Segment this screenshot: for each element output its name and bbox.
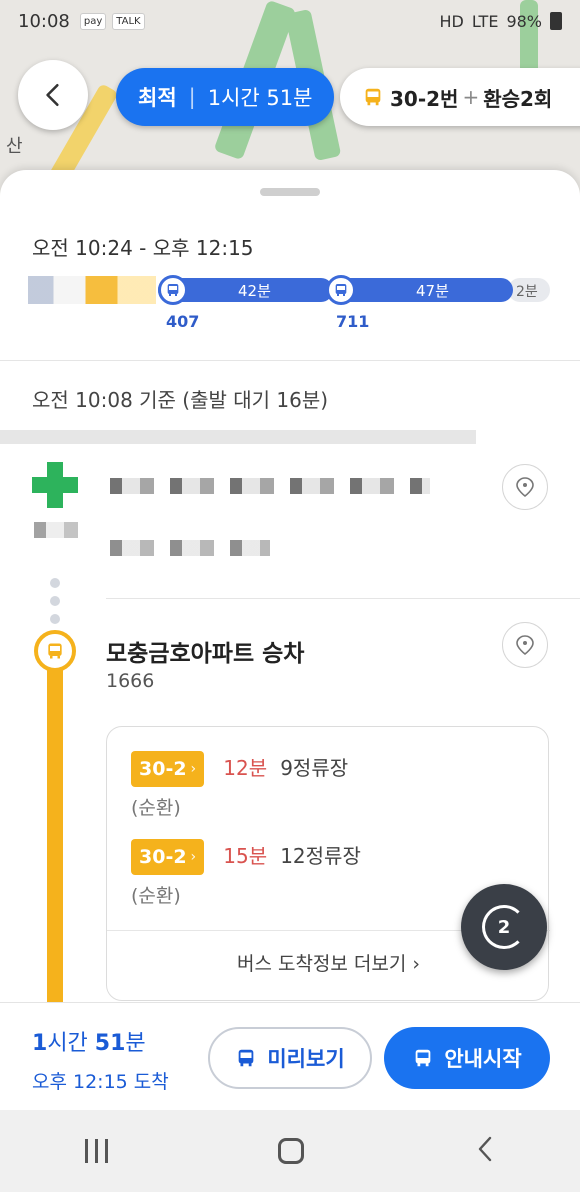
bus-route-tag[interactable]: 30-2 ›	[131, 839, 205, 875]
bus-route-number: 30-2	[139, 758, 187, 780]
duration-hours: 1	[32, 1031, 48, 1056]
map-place-label: 산	[6, 136, 23, 157]
refresh-button[interactable]: 2	[461, 884, 547, 970]
boarding-stop-name: 모충금호아파트 승차	[106, 641, 305, 667]
start-guidance-button[interactable]: 안내시작	[384, 1027, 550, 1089]
section-divider	[0, 360, 580, 361]
refresh-count: 2	[497, 916, 511, 938]
arrival-stops: 9정류장	[280, 756, 349, 780]
route-type-label: (순환)	[131, 797, 181, 819]
start-point-icon	[32, 462, 78, 508]
bus-icon	[167, 284, 179, 296]
walk-end-minutes: 2분	[516, 284, 538, 300]
plus-sign: +	[462, 85, 480, 109]
bus-stop-marker-1	[158, 275, 188, 305]
bus-stop-marker-2	[326, 275, 356, 305]
bus-icon	[335, 284, 347, 296]
pay-app-icon: pay	[79, 12, 107, 30]
preview-label: 미리보기	[267, 1047, 345, 1071]
chevron-right-icon: ›	[412, 953, 421, 975]
bottom-action-bar: 1시간 51분 오후 12:15 도착 미리보기 안내시작	[0, 1002, 580, 1110]
more-arrival-label: 버스 도착정보 더보기	[236, 953, 407, 975]
walk-dot	[50, 596, 60, 606]
route-bus-number: 30-2번	[390, 86, 459, 111]
trip-time-range: 오전 10:24 - 오후 12:15	[32, 236, 254, 260]
segment-1-bus-number: 407	[166, 312, 200, 331]
segment-2-minutes: 47분	[416, 282, 449, 300]
arrival-row-2[interactable]: 30-2 › 15분 12정류장	[131, 839, 361, 875]
chevron-left-icon	[46, 83, 59, 107]
arrival-stops: 12정류장	[280, 844, 361, 868]
preview-button[interactable]: 미리보기	[208, 1027, 372, 1089]
arrival-time: 오후 12:15 도착	[32, 1071, 169, 1093]
redacted-start-name	[110, 478, 430, 494]
bus-icon	[416, 1049, 431, 1067]
duration-hours-unit: 시간	[47, 1031, 88, 1056]
walk-dots	[50, 578, 60, 632]
bus-icon	[239, 1049, 254, 1067]
walk-dot	[50, 578, 60, 588]
recent-apps-button[interactable]	[85, 1139, 109, 1163]
departure-note: 오전 10:08 기준 (출발 대기 16분)	[32, 388, 329, 412]
system-back-button[interactable]	[475, 1136, 495, 1166]
chevron-right-icon: ›	[190, 761, 197, 777]
duration-minutes-unit: 분	[125, 1031, 146, 1056]
location-pin-icon	[516, 635, 534, 656]
status-bar: 10:08 pay TALK HD LTE 98%	[0, 0, 580, 42]
back-button[interactable]	[18, 60, 88, 130]
route-summary-chip[interactable]: 30-2번 + 환승2회	[340, 68, 580, 126]
walk-dot	[50, 614, 60, 624]
boarding-stop-icon	[34, 630, 76, 672]
arrival-eta: 12분	[223, 756, 268, 780]
sheet-drag-handle[interactable]	[260, 188, 320, 196]
route-type-label: 최적	[138, 86, 177, 110]
route-detail-sheet[interactable]: 오전 10:24 - 오후 12:15 2분 42분 47분 407 711 오…	[0, 170, 580, 1002]
status-right: HD LTE 98%	[439, 12, 562, 31]
section-gap	[0, 430, 476, 444]
refresh-icon: 2	[482, 905, 526, 949]
chevron-left-icon	[478, 1136, 492, 1162]
redacted-walk-segment	[28, 276, 156, 304]
stop-location-button[interactable]	[502, 622, 548, 668]
bus-route-tag[interactable]: 30-2 ›	[131, 751, 205, 787]
bus-route-number: 30-2	[139, 846, 187, 868]
total-duration: 1시간 51분	[32, 1025, 146, 1057]
duration-minutes: 51	[94, 1031, 126, 1056]
chevron-right-icon: ›	[190, 849, 197, 865]
boarding-stop-id: 1666	[106, 670, 155, 692]
bus-icon	[365, 88, 381, 106]
battery-icon	[550, 12, 562, 30]
redacted-start-detail	[34, 522, 78, 538]
transfer-count: 환승2회	[483, 86, 553, 111]
volte-icon: HD	[439, 11, 464, 31]
segment-1-minutes: 42분	[238, 282, 271, 300]
status-time: 10:08	[18, 10, 70, 32]
start-location-button[interactable]	[502, 464, 548, 510]
chip-separator: |	[188, 85, 196, 109]
arrival-eta: 15분	[223, 844, 268, 868]
section-divider	[106, 598, 580, 599]
home-button[interactable]	[278, 1138, 305, 1164]
system-nav-bar	[0, 1110, 580, 1192]
redacted-start-address	[110, 540, 270, 556]
trip-timeline: 2분 42분 47분	[28, 275, 550, 305]
bus-icon	[48, 643, 62, 659]
start-label: 안내시작	[444, 1047, 522, 1071]
talk-app-icon: TALK	[112, 12, 145, 30]
route-duration: 1시간 51분	[207, 86, 313, 110]
route-option-chip[interactable]: 최적 | 1시간 51분	[116, 68, 335, 126]
battery-text: 98%	[506, 11, 542, 31]
lte-icon: LTE	[471, 11, 499, 31]
arrival-row-1[interactable]: 30-2 › 12분 9정류장	[131, 751, 348, 787]
segment-2-bus-number: 711	[336, 312, 370, 331]
location-pin-icon	[516, 477, 534, 498]
bus-route-line	[47, 646, 63, 1002]
route-type-label: (순환)	[131, 885, 181, 907]
